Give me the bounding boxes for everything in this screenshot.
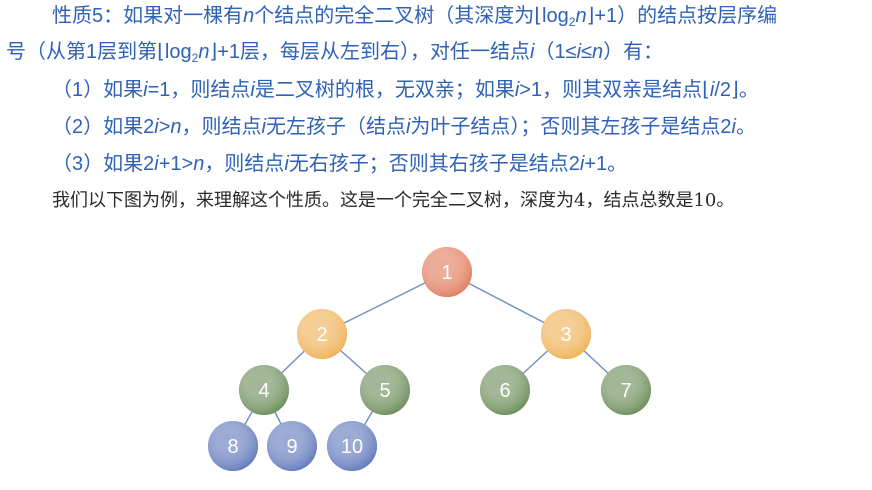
tree-node-7: 7 [601, 365, 651, 415]
node-label: 3 [560, 324, 571, 346]
tree-node-10: 10 [327, 421, 377, 471]
node-label: 4 [258, 380, 269, 402]
node-label: 9 [286, 436, 297, 458]
tree-node-1: 1 [422, 247, 472, 297]
tree-node-2: 2 [297, 309, 347, 359]
binary-tree-diagram: 1 2 3 4 5 6 7 8 9 10 [208, 247, 651, 471]
tree-node-8: 8 [208, 421, 258, 471]
node-label: 6 [499, 380, 510, 402]
tree-node-9: 9 [267, 421, 317, 471]
node-label: 8 [227, 436, 238, 458]
node-label: 1 [441, 262, 452, 284]
tree-node-6: 6 [480, 365, 530, 415]
tree-node-5: 5 [360, 365, 410, 415]
tree-node-3: 3 [541, 309, 591, 359]
tree-node-4: 4 [239, 365, 289, 415]
node-label: 5 [379, 380, 390, 402]
node-label: 7 [620, 380, 631, 402]
node-label: 10 [341, 436, 363, 458]
node-label: 2 [316, 324, 327, 346]
